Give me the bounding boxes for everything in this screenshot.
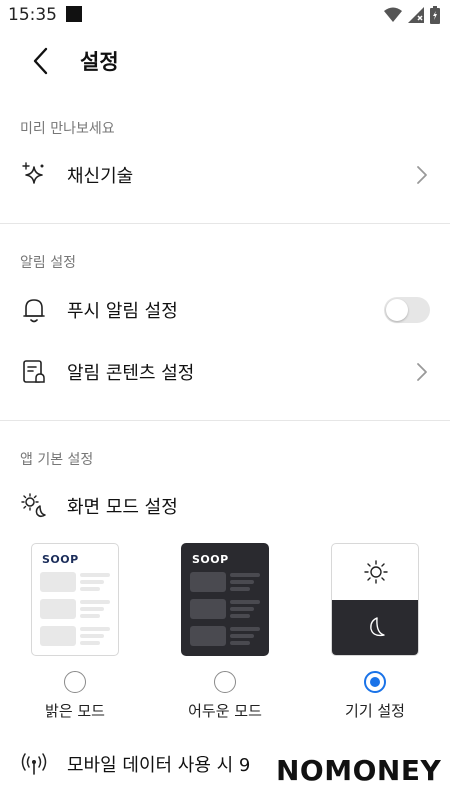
card-thumbnail <box>40 572 76 592</box>
radio-dot <box>370 677 380 687</box>
broadcast-icon <box>20 750 48 778</box>
device-mode-card[interactable] <box>331 543 419 656</box>
notification-content-label: 알림 콘텐츠 설정 <box>67 363 195 384</box>
wifi-icon <box>384 7 402 22</box>
light-mode-label: 밝은 모드 <box>45 702 105 720</box>
card-line <box>80 587 100 591</box>
divider <box>0 420 450 421</box>
card-line <box>230 600 260 604</box>
signal-icon <box>408 7 424 23</box>
push-notification-row[interactable]: 푸시 알림 설정 <box>0 283 450 337</box>
card-line <box>230 627 260 631</box>
card-line <box>80 634 104 638</box>
card-line <box>80 614 100 618</box>
light-mode-card[interactable]: SOOP <box>31 543 119 656</box>
status-icons <box>384 6 440 24</box>
new-tech-row[interactable]: 채신기술 <box>0 148 450 202</box>
card-logo: SOOP <box>42 553 79 566</box>
device-mode-radio[interactable] <box>364 671 386 693</box>
card-line <box>230 641 250 645</box>
app-header: 설정 <box>0 32 450 90</box>
divider <box>0 223 450 224</box>
device-dark-half <box>332 600 418 655</box>
notification-content-row[interactable]: 알림 콘텐츠 설정 <box>0 345 450 399</box>
notification-content-icon <box>20 358 48 386</box>
card-thumbnail <box>40 599 76 619</box>
chevron-right-icon <box>416 361 432 383</box>
bell-icon <box>20 296 48 324</box>
screen-mode-row: 화면 모드 설정 <box>0 479 450 533</box>
card-line <box>80 573 110 577</box>
light-mode-radio[interactable] <box>64 671 86 693</box>
device-mode-label: 기기 설정 <box>345 702 405 720</box>
page-title: 설정 <box>80 50 119 74</box>
screen-mode-label: 화면 모드 설정 <box>67 497 178 518</box>
status-time: 15:35 <box>8 5 57 25</box>
back-button[interactable] <box>20 44 60 78</box>
dark-mode-card[interactable]: SOOP <box>181 543 269 656</box>
section-label-app-basic: 앱 기본 설정 <box>20 452 94 468</box>
card-thumbnail <box>190 572 226 592</box>
chevron-right-icon <box>416 164 432 186</box>
status-bar: 15:35 <box>0 0 450 32</box>
new-tech-label: 채신기술 <box>67 166 134 187</box>
toggle-knob <box>386 299 408 321</box>
notification-square-icon <box>66 6 82 22</box>
section-label-notifications: 알림 설정 <box>20 255 76 271</box>
card-thumbnail <box>40 626 76 646</box>
battery-icon <box>430 6 440 24</box>
dark-mode-label: 어두운 모드 <box>188 702 262 720</box>
card-line <box>230 587 250 591</box>
watermark-logo: NOMONEY <box>270 752 442 798</box>
card-line <box>80 600 110 604</box>
back-arrow-icon <box>33 47 48 75</box>
card-thumbnail <box>190 626 226 646</box>
sun-icon <box>364 560 388 584</box>
dark-mode-radio[interactable] <box>214 671 236 693</box>
card-logo: SOOP <box>192 553 229 566</box>
card-line <box>80 580 104 584</box>
moon-icon <box>370 617 385 637</box>
push-notification-toggle[interactable] <box>384 297 430 323</box>
card-line <box>80 627 110 631</box>
watermark-text: NOMONEY <box>276 754 442 787</box>
section-label-preview: 미리 만나보세요 <box>20 121 115 137</box>
card-line <box>80 641 100 645</box>
card-line <box>230 614 250 618</box>
card-line <box>230 607 254 611</box>
card-line <box>230 573 260 577</box>
card-thumbnail <box>190 599 226 619</box>
push-notification-label: 푸시 알림 설정 <box>67 301 178 322</box>
card-line <box>80 607 104 611</box>
sparkle-icon <box>20 161 48 189</box>
mobile-data-label: 모바일 데이터 사용 시 9 <box>67 755 251 776</box>
card-line <box>230 580 254 584</box>
card-line <box>230 634 254 638</box>
sun-moon-icon <box>20 492 48 520</box>
